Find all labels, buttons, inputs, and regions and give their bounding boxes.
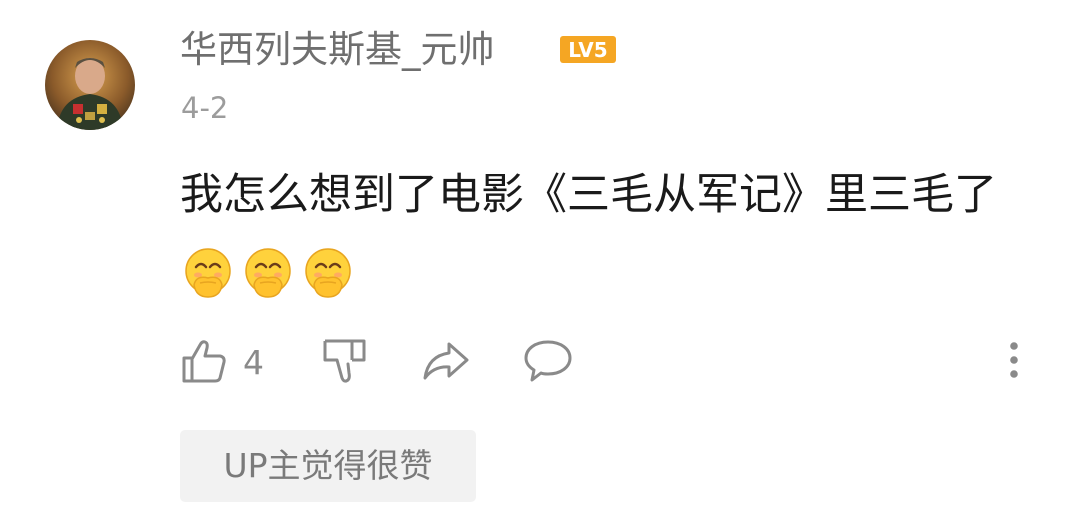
thumbs-up-icon [182,340,226,383]
laugh-cover-mouth-emoji [180,245,236,301]
laugh-cover-mouth-emoji [240,245,296,301]
comment-date: 4-2 [181,91,229,125]
thumbs-down-icon [323,339,366,383]
up-liked-tag: UP主觉得很赞 [180,430,476,502]
comment-bubble-icon [524,340,572,382]
share-button[interactable] [422,338,470,384]
comment-text: 我怎么想到了电影《三毛从军记》里三毛了 [180,170,997,220]
more-vertical-icon [1010,342,1018,378]
level-badge: LV5 [560,36,616,63]
level-badge-text: LV5 [568,38,607,62]
more-options-button[interactable] [1000,338,1028,384]
username[interactable]: 华西列夫斯基_元帅 [180,26,495,74]
laugh-cover-mouth-emoji [300,245,356,301]
share-arrow-icon [423,342,469,380]
dislike-button[interactable] [322,338,368,384]
avatar[interactable] [45,40,135,130]
reply-button[interactable] [524,338,572,384]
like-count: 4 [243,343,264,382]
like-button[interactable] [180,338,228,384]
comment-content: 我怎么想到了电影《三毛从军记》里三毛了 [180,153,1060,321]
